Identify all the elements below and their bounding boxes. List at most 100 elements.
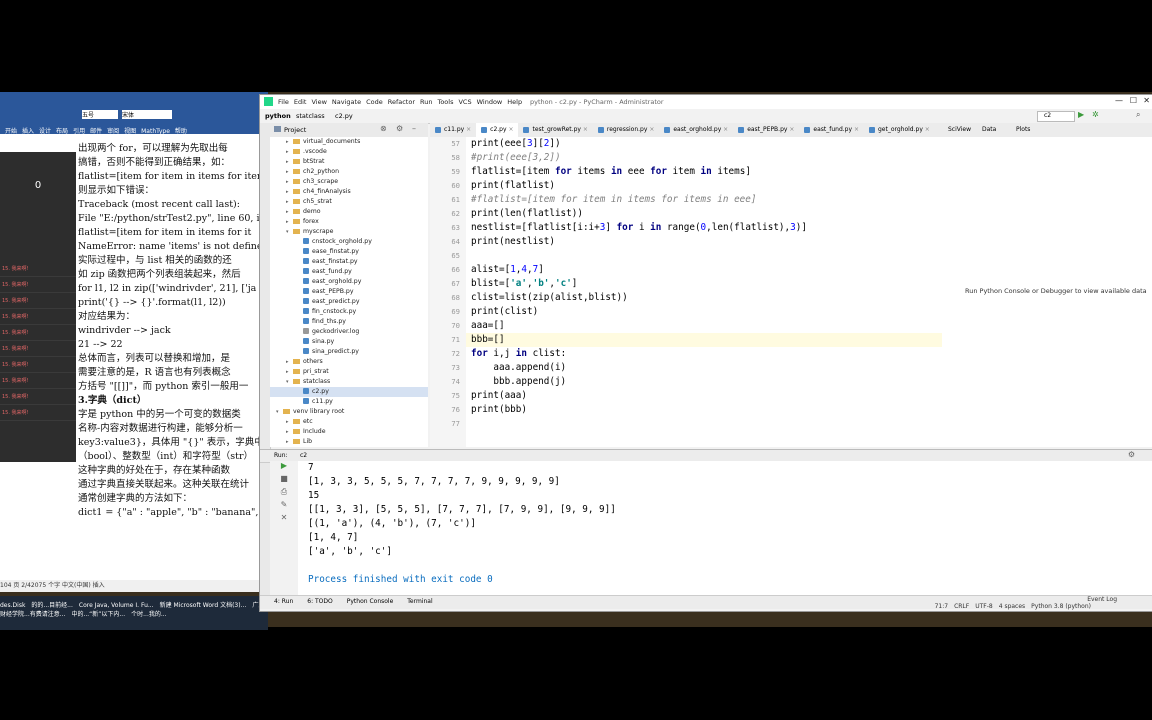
run-console-output[interactable]: 7 [1, 3, 3, 5, 5, 5, 7, 7, 7, 7, 9, 9, 9,…	[298, 461, 1152, 595]
expand-arrow-icon[interactable]: ▸	[286, 217, 293, 227]
run-config-select[interactable]: c2	[1037, 111, 1075, 122]
code-line[interactable]	[466, 249, 942, 263]
close-button[interactable]: ✕	[1143, 96, 1150, 105]
tree-item[interactable]: ▸ demo	[270, 207, 428, 217]
taskbar-item[interactable]: 中的...“新”以下内...	[71, 611, 125, 618]
expand-arrow-icon[interactable]: ▸	[286, 147, 293, 157]
editor-tab[interactable]: get_orghold.py ×	[864, 123, 935, 137]
taskbar-item[interactable]: des.Disk	[0, 602, 25, 609]
code-line[interactable]: print(clist)	[466, 305, 942, 319]
taskbar-item[interactable]: 个时...我的...	[131, 611, 166, 618]
expand-arrow-icon[interactable]: ▾	[286, 377, 293, 387]
code-line[interactable]: aaa=[]	[466, 319, 942, 333]
sidebar-heading-item[interactable]: 15. 我来啊!	[0, 389, 76, 405]
code-line[interactable]: for i,j in clist:	[466, 347, 942, 361]
tree-item[interactable]: ▾ venv library root	[270, 407, 428, 417]
editor-tab[interactable]: east_PEPB.py ×	[733, 123, 799, 137]
status-encoding[interactable]: UTF-8	[975, 603, 993, 610]
code-line[interactable]: clist=list(zip(alist,blist))	[466, 291, 942, 305]
code-line[interactable]: bbb=[]	[466, 333, 942, 347]
expand-arrow-icon[interactable]: ▸	[286, 207, 293, 217]
menu-item[interactable]: View	[311, 98, 326, 106]
run-icon[interactable]: ▶	[1078, 110, 1084, 119]
status-position[interactable]: 71:7	[935, 603, 948, 610]
code-line[interactable]: print(nestlist)	[466, 235, 942, 249]
code-line[interactable]: print(len(flatlist))	[466, 207, 942, 221]
tree-item[interactable]: ▸ others	[270, 357, 428, 367]
menu-item[interactable]: Refactor	[388, 98, 415, 106]
code-line[interactable]: print(aaa)	[466, 389, 942, 403]
tree-item[interactable]: c2.py	[270, 387, 428, 397]
tree-item[interactable]: east_PEPB.py	[270, 287, 428, 297]
bottom-tool-tab[interactable]: 4: Run	[274, 598, 293, 605]
sidebar-heading-item[interactable]: 15. 我来啊!	[0, 373, 76, 389]
menu-item[interactable]: Run	[420, 98, 432, 106]
sidebar-heading-item[interactable]: 15. 我来啊!	[0, 357, 76, 373]
word-tab[interactable]: 邮件	[90, 128, 102, 135]
rerun-icon[interactable]: ▶	[270, 461, 298, 474]
word-tab[interactable]: 布局	[56, 128, 68, 135]
tree-item[interactable]: ▸ .vscode	[270, 147, 428, 157]
sidebar-heading-item[interactable]: 15. 我来啊!	[0, 277, 76, 293]
close-tab-icon[interactable]: ×	[647, 126, 654, 133]
close-tab-icon[interactable]: ×	[852, 126, 859, 133]
status-line-sep[interactable]: CRLF	[954, 603, 969, 610]
sidebar-heading-item[interactable]: 15. 我来啊!	[0, 261, 76, 277]
word-tab[interactable]: 设计	[39, 128, 51, 135]
tree-item[interactable]: ▸ ch5_strat	[270, 197, 428, 207]
tree-item[interactable]: sina.py	[270, 337, 428, 347]
code-line[interactable]: print(eee[3][2])	[466, 137, 942, 151]
expand-arrow-icon[interactable]: ▸	[286, 157, 293, 167]
pin-icon[interactable]: ✎	[270, 500, 298, 513]
tree-item[interactable]: sina_predict.py	[270, 347, 428, 357]
menu-item[interactable]: Navigate	[332, 98, 361, 106]
close-tab-icon[interactable]: ×	[787, 126, 794, 133]
expand-arrow-icon[interactable]: ▸	[286, 167, 293, 177]
word-tab[interactable]: 插入	[22, 128, 34, 135]
status-indent[interactable]: 4 spaces	[999, 603, 1025, 610]
code-line[interactable]: #print(eee[3,2])	[466, 151, 942, 165]
menu-item[interactable]: File	[278, 98, 289, 106]
close-tab-icon[interactable]: ×	[464, 126, 471, 133]
tree-item[interactable]: ease_finstat.py	[270, 247, 428, 257]
taskbar-item[interactable]: 的的...目前经...	[31, 602, 72, 609]
tree-item[interactable]: east_fund.py	[270, 267, 428, 277]
tree-item[interactable]: east_predict.py	[270, 297, 428, 307]
word-tab[interactable]: MathType	[141, 128, 170, 135]
hide-icon[interactable]: –	[412, 124, 416, 133]
code-line[interactable]: nestlist=[flatlist[i:i+3] for i in range…	[466, 221, 942, 235]
word-tab[interactable]: 帮助	[175, 128, 187, 135]
collapse-icon[interactable]: ⊗	[380, 124, 387, 133]
tree-item[interactable]: ▸ ch4_finAnalysis	[270, 187, 428, 197]
code-line[interactable]: blist=['a','b','c']	[466, 277, 942, 291]
code-editor[interactable]: print(eee[3][2]) #print(eee[3,2]) flatlist…	[466, 137, 942, 447]
expand-arrow-icon[interactable]: ▸	[286, 187, 293, 197]
word-tab[interactable]: 审阅	[107, 128, 119, 135]
breadcrumb-folder[interactable]: statclass	[296, 112, 325, 120]
editor-tab[interactable]: regression.py ×	[593, 123, 659, 137]
word-tab[interactable]: 引用	[73, 128, 85, 135]
editor-tab[interactable]: c11.py ×	[430, 123, 476, 137]
expand-arrow-icon[interactable]: ▸	[286, 177, 293, 187]
word-tab[interactable]: 开始	[5, 128, 17, 135]
sciview-tab[interactable]: SciView	[948, 126, 971, 133]
sidebar-heading-item[interactable]: 15. 我来啊!	[0, 341, 76, 357]
minimize-button[interactable]: —	[1115, 96, 1123, 105]
project-label[interactable]: Project	[284, 126, 306, 134]
tree-item[interactable]: ▸ Include	[270, 427, 428, 437]
tree-item[interactable]: ▸ forex	[270, 217, 428, 227]
tree-item[interactable]: east_orghold.py	[270, 277, 428, 287]
expand-arrow-icon[interactable]: ▸	[286, 357, 293, 367]
tree-item[interactable]: ▸ ch2_python	[270, 167, 428, 177]
code-line[interactable]: flatlist=[item for items in eee for item…	[466, 165, 942, 179]
editor-tab[interactable]: test_growRet.py ×	[518, 123, 592, 137]
close-tab-icon[interactable]: ×	[721, 126, 728, 133]
event-log-button[interactable]: Event Log	[1087, 596, 1117, 603]
code-line[interactable]: print(bbb)	[466, 403, 942, 417]
expand-arrow-icon[interactable]: ▸	[286, 197, 293, 207]
gear-icon[interactable]: ⚙	[396, 124, 403, 133]
sciview-tab[interactable]: Data	[982, 126, 996, 133]
tree-item[interactable]: east_finstat.py	[270, 257, 428, 267]
tree-item[interactable]: ▾ myscrape	[270, 227, 428, 237]
code-line[interactable]: #flatlist=[item for item in items for it…	[466, 193, 942, 207]
